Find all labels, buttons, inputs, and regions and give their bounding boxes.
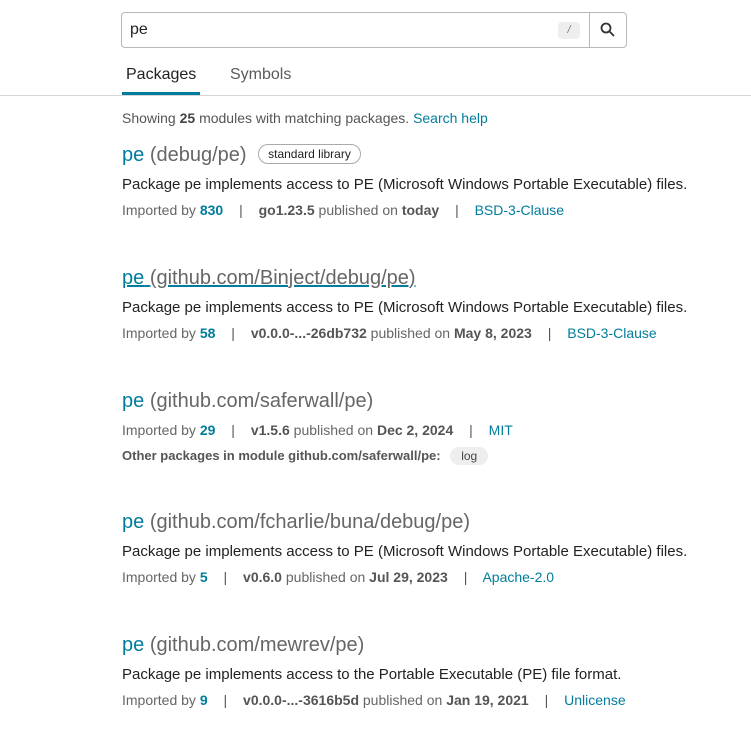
separator: | (231, 325, 235, 341)
package-path[interactable]: (github.com/mewrev/pe) (150, 634, 365, 656)
package-name-link[interactable]: pe (122, 144, 144, 166)
separator: | (231, 422, 235, 438)
search-result: pe (github.com/Binject/debug/pe) Package… (122, 267, 687, 341)
result-title[interactable]: pe (github.com/Binject/debug/pe) (122, 267, 687, 290)
result-meta: Imported by 9 | v0.0.0-...-3616b5d publi… (122, 692, 626, 708)
license-link[interactable]: Unlicense (564, 692, 625, 708)
search-result: pe (github.com/mewrev/pe) Package pe imp… (122, 634, 626, 708)
published-on-label: published on (293, 422, 374, 438)
imported-by-count[interactable]: 58 (200, 325, 216, 341)
separator: | (239, 202, 243, 218)
imported-by-label: Imported by (122, 325, 196, 341)
result-title[interactable]: pe (debug/pe) standard library (122, 144, 687, 167)
published-on-label: published on (370, 325, 451, 341)
published-on-label: published on (362, 692, 443, 708)
published-date: Jan 19, 2021 (446, 692, 529, 708)
other-packages: Other packages in module github.com/safe… (122, 447, 513, 465)
imported-by-count[interactable]: 830 (200, 202, 223, 218)
package-name-link[interactable]: pe (122, 390, 144, 412)
published-date: today (401, 202, 440, 218)
search-icon (600, 22, 615, 37)
separator: | (455, 202, 459, 218)
result-title[interactable]: pe (github.com/mewrev/pe) (122, 634, 626, 657)
published-on-label: published on (318, 202, 398, 218)
version: v0.6.0 (243, 569, 282, 585)
search-result: pe (github.com/saferwall/pe) Imported by… (122, 390, 513, 465)
other-packages-label: Other packages in module github.com/safe… (122, 448, 441, 463)
standard-library-badge: standard library (258, 144, 361, 164)
separator: | (544, 692, 549, 708)
package-synopsis: Package pe implements access to PE (Micr… (122, 299, 688, 316)
imported-by-label: Imported by (122, 692, 196, 708)
imported-by-count[interactable]: 29 (200, 422, 216, 438)
package-path[interactable]: (debug/pe) (150, 144, 247, 166)
published-date: Dec 2, 2024 (376, 422, 454, 438)
result-title[interactable]: pe (github.com/saferwall/pe) (122, 390, 513, 413)
package-name-link[interactable]: pe (122, 511, 144, 533)
version: v0.0.0-...-3616b5d (243, 692, 359, 708)
imported-by-label: Imported by (122, 569, 196, 585)
result-title[interactable]: pe (github.com/fcharlie/buna/debug/pe) (122, 511, 687, 534)
search-shortcut-hint: / (558, 22, 580, 39)
imported-by-count[interactable]: 9 (200, 692, 208, 708)
separator: | (463, 569, 468, 585)
search-box[interactable]: / (121, 12, 590, 48)
license-link[interactable]: BSD-3-Clause (475, 202, 564, 218)
published-date: Jul 29, 2023 (369, 569, 448, 585)
license-link[interactable]: MIT (489, 422, 513, 438)
package-name-link[interactable]: pe (122, 634, 144, 656)
summary-count: 25 (179, 110, 196, 126)
package-synopsis: Package pe implements access to the Port… (122, 666, 622, 683)
search-help-link[interactable]: Search help (413, 110, 488, 126)
package-synopsis: Package pe implements access to PE (Micr… (122, 176, 688, 193)
imported-by-count[interactable]: 5 (200, 569, 208, 585)
search-button[interactable] (589, 12, 627, 48)
search-bar: / (121, 12, 627, 48)
separator: | (547, 325, 552, 341)
tab-symbols[interactable]: Symbols (230, 66, 291, 92)
result-meta: Imported by 5 | v0.6.0 published on Jul … (122, 569, 687, 585)
package-chip-log[interactable]: log (450, 447, 489, 465)
package-path[interactable]: (github.com/Binject/debug/pe) (150, 267, 416, 289)
license-link[interactable]: Apache-2.0 (482, 569, 554, 585)
imported-by-label: Imported by (122, 202, 196, 218)
published-date: May 8, 2023 (453, 325, 532, 341)
summary-prefix: Showing (122, 110, 176, 126)
published-on-label: published on (285, 569, 366, 585)
version: v0.0.0-...-26db732 (250, 325, 367, 341)
search-result: pe (debug/pe) standard library Package p… (122, 144, 687, 218)
version: v1.5.6 (250, 422, 290, 438)
search-input[interactable] (130, 19, 550, 41)
package-name-link[interactable]: pe (122, 267, 144, 289)
license-link[interactable]: BSD-3-Clause (567, 325, 656, 341)
result-meta: Imported by 830 | go1.23.5 published on … (122, 202, 687, 218)
package-synopsis: Package pe implements access to PE (Micr… (122, 543, 688, 560)
package-path[interactable]: (github.com/saferwall/pe) (150, 390, 373, 412)
tab-packages[interactable]: Packages (122, 66, 201, 95)
separator: | (469, 422, 473, 438)
results-summary: Showing 25 modules with matching package… (122, 110, 488, 126)
result-meta: Imported by 58 | v0.0.0-...-26db732 publ… (122, 325, 687, 341)
search-result: pe (github.com/fcharlie/buna/debug/pe) P… (122, 511, 687, 585)
package-path[interactable]: (github.com/fcharlie/buna/debug/pe) (150, 511, 470, 533)
tab-bar: Packages Symbols (0, 60, 751, 96)
separator: | (223, 569, 228, 585)
summary-suffix: modules with matching packages. (199, 110, 410, 126)
version: go1.23.5 (258, 202, 315, 218)
imported-by-label: Imported by (122, 422, 196, 438)
separator: | (223, 692, 228, 708)
result-meta: Imported by 29 | v1.5.6 published on Dec… (122, 422, 513, 438)
